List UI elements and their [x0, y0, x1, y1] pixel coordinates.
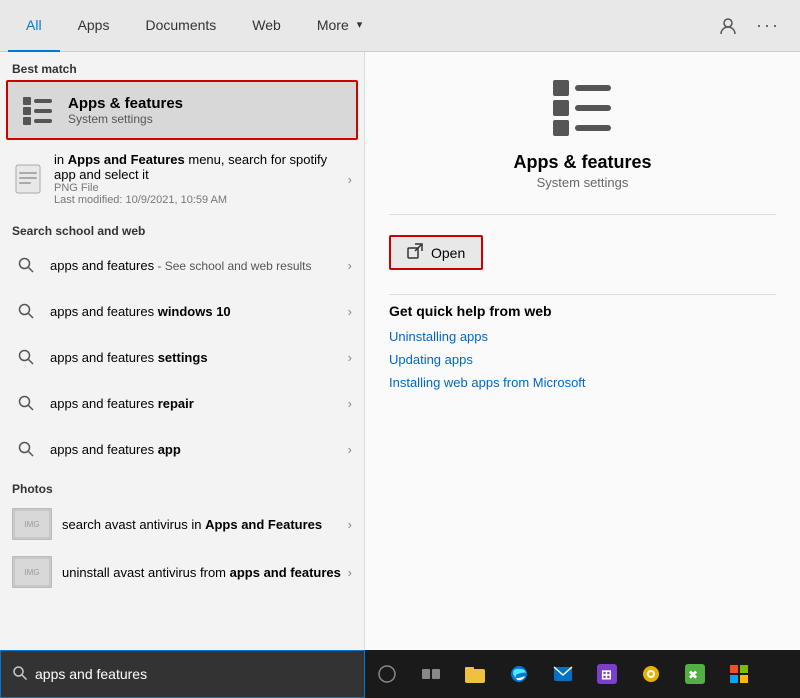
- web-result-3-text: apps and features settings: [50, 350, 348, 365]
- main-layout: Best match Apps & features System settin…: [0, 52, 800, 650]
- app-detail-header: Apps & features System settings: [389, 72, 776, 190]
- svg-text:✖: ✖: [688, 668, 698, 682]
- svg-text:IMG: IMG: [24, 520, 39, 529]
- mail-button[interactable]: [541, 650, 585, 698]
- search-bar[interactable]: [0, 650, 365, 698]
- right-app-title: Apps & features: [513, 152, 651, 173]
- best-match-label: Best match: [0, 52, 364, 80]
- chevron-right-icon-5: ›: [348, 396, 352, 411]
- person-icon[interactable]: [712, 10, 744, 42]
- best-match-text: Apps & features System settings: [68, 95, 183, 126]
- svg-text:⊞: ⊞: [601, 667, 612, 682]
- taskbar: ⊞ ✖: [0, 650, 800, 698]
- right-panel: Apps & features System settings Open Get…: [365, 52, 800, 650]
- right-app-subtitle: System settings: [537, 175, 629, 190]
- app-large-icon: [547, 72, 619, 144]
- open-button-label: Open: [431, 245, 465, 261]
- search-icon-5: [12, 435, 40, 463]
- chevron-right-icon-2: ›: [348, 258, 352, 273]
- chevron-right-icon-7: ›: [348, 517, 352, 532]
- best-match-subtitle: System settings: [68, 112, 183, 126]
- web-result-2[interactable]: apps and features windows 10 ›: [0, 288, 364, 334]
- web-result-4[interactable]: apps and features repair ›: [0, 380, 364, 426]
- tab-web[interactable]: Web: [234, 0, 299, 52]
- web-result-3[interactable]: apps and features settings ›: [0, 334, 364, 380]
- photo-result-2[interactable]: IMG uninstall avast antivirus from apps …: [0, 548, 364, 596]
- tab-all[interactable]: All: [8, 0, 60, 52]
- file-explorer-button[interactable]: [453, 650, 497, 698]
- web-result-2-text: apps and features windows 10: [50, 304, 348, 319]
- best-match-item[interactable]: Apps & features System settings: [6, 80, 358, 140]
- photos-label: Photos: [0, 472, 364, 500]
- apps-features-icon: [20, 92, 56, 128]
- file-title: in Apps and Features menu, search for sp…: [54, 152, 348, 182]
- photo-thumb-2: IMG: [12, 556, 52, 588]
- file-modified: Last modified: 10/9/2021, 10:59 AM: [54, 194, 348, 206]
- taskbar-search-icon: [13, 666, 27, 683]
- more-options-icon[interactable]: ···: [752, 10, 784, 42]
- web-result-5[interactable]: apps and features app ›: [0, 426, 364, 472]
- xbox-button[interactable]: ✖: [673, 650, 717, 698]
- search-icon-1: [12, 251, 40, 279]
- file-result-item[interactable]: in Apps and Features menu, search for sp…: [0, 144, 364, 214]
- top-navigation: All Apps Documents Web More ▾ ···: [0, 0, 800, 52]
- open-icon: [407, 243, 423, 262]
- left-panel: Best match Apps & features System settin…: [0, 52, 365, 650]
- file-text: in Apps and Features menu, search for sp…: [54, 152, 348, 206]
- search-icon-3: [12, 343, 40, 371]
- quick-help-title: Get quick help from web: [389, 303, 776, 319]
- task-view-button[interactable]: [409, 650, 453, 698]
- chevron-right-icon-6: ›: [348, 442, 352, 457]
- quick-help-link-1[interactable]: Uninstalling apps: [389, 329, 776, 344]
- store-button[interactable]: ⊞: [585, 650, 629, 698]
- file-title-bold: Apps and Features: [68, 152, 185, 167]
- best-match-title: Apps & features: [68, 95, 183, 112]
- chevron-right-icon-8: ›: [348, 565, 352, 580]
- open-button[interactable]: Open: [389, 235, 483, 270]
- search-icon-2: [12, 297, 40, 325]
- tab-more[interactable]: More ▾: [299, 0, 380, 52]
- tab-apps[interactable]: Apps: [60, 0, 128, 52]
- quick-help-link-2[interactable]: Updating apps: [389, 352, 776, 367]
- web-result-5-text: apps and features app: [50, 442, 348, 457]
- photo-result-2-text: uninstall avast antivirus from apps and …: [62, 565, 348, 580]
- search-icon-4: [12, 389, 40, 417]
- chevron-right-icon: ›: [348, 172, 352, 187]
- cortana-button[interactable]: [365, 650, 409, 698]
- photos-button[interactable]: [629, 650, 673, 698]
- taskbar-icons: ⊞ ✖: [365, 650, 761, 698]
- file-type: PNG File: [54, 182, 348, 194]
- photo-result-1-text: search avast antivirus in Apps and Featu…: [62, 517, 348, 532]
- windows-logo-button[interactable]: [717, 650, 761, 698]
- search-input[interactable]: [35, 666, 352, 682]
- quick-help-link-3[interactable]: Installing web apps from Microsoft: [389, 375, 776, 390]
- photo-result-1[interactable]: IMG search avast antivirus in Apps and F…: [0, 500, 364, 548]
- tab-documents[interactable]: Documents: [127, 0, 234, 52]
- web-result-1-text: apps and features - See school and web r…: [50, 258, 348, 273]
- svg-text:IMG: IMG: [24, 568, 39, 577]
- web-result-1[interactable]: apps and features - See school and web r…: [0, 242, 364, 288]
- chevron-right-icon-3: ›: [348, 304, 352, 319]
- chevron-down-icon: ▾: [357, 18, 363, 31]
- divider-2: [389, 294, 776, 295]
- web-result-4-text: apps and features repair: [50, 396, 348, 411]
- open-button-container: Open: [389, 235, 776, 270]
- edge-button[interactable]: [497, 650, 541, 698]
- divider-1: [389, 214, 776, 215]
- photo-thumb-1: IMG: [12, 508, 52, 540]
- file-icon: [12, 163, 44, 195]
- chevron-right-icon-4: ›: [348, 350, 352, 365]
- search-school-label: Search school and web: [0, 214, 364, 242]
